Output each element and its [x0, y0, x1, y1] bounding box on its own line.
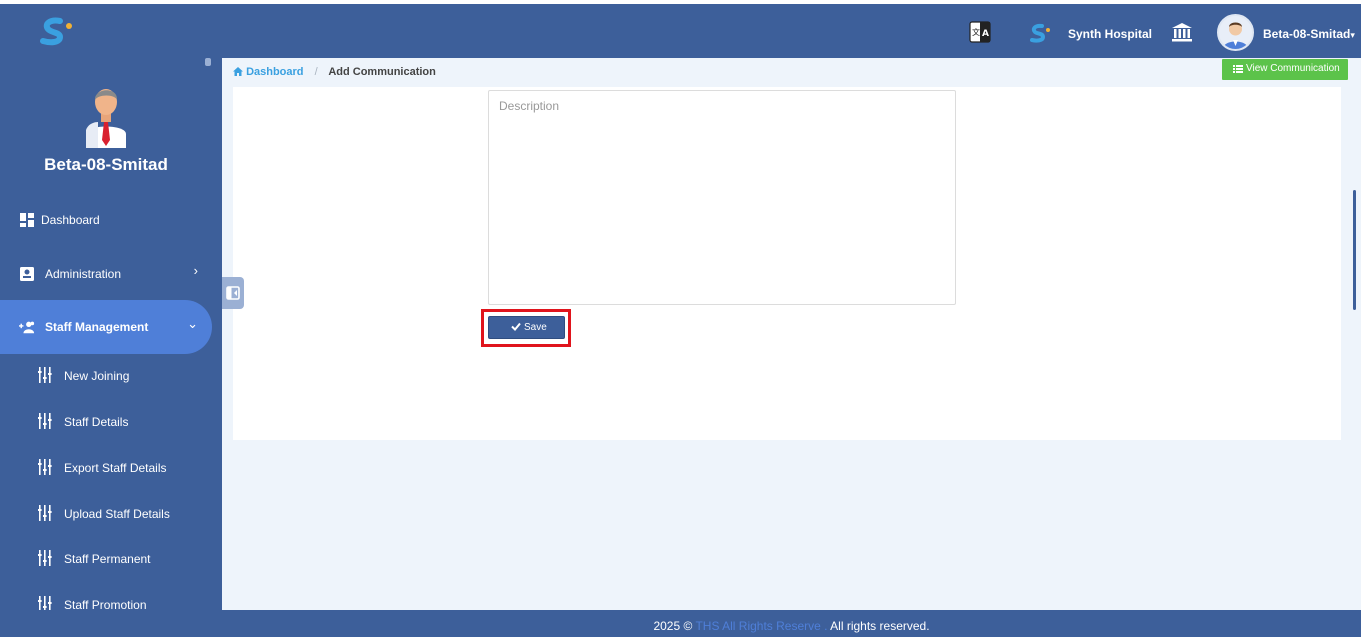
home-icon [233, 67, 243, 76]
sidebar: Beta-08-Smitad Dashboard Administration … [0, 58, 222, 610]
sidebar-item-label: Administration [45, 267, 122, 281]
profile-avatar [86, 89, 126, 148]
sidebar-item-label: Dashboard [41, 213, 100, 227]
sidebar-subitem-label: New Joining [64, 369, 130, 383]
hospital-logo-icon [1030, 23, 1050, 43]
hospital-name[interactable]: Synth Hospital [1068, 27, 1152, 41]
footer-left [0, 610, 222, 637]
sidebar-item-dashboard[interactable]: Dashboard [0, 198, 212, 242]
chevron-down-icon: ⌄ [187, 316, 198, 331]
breadcrumb-home[interactable]: Dashboard [233, 66, 307, 78]
page-scrollbar[interactable] [1353, 190, 1356, 310]
sidebar-toggle-button[interactable] [222, 277, 244, 309]
sliders-icon [38, 550, 52, 566]
check-icon [511, 322, 521, 331]
sliders-icon [38, 367, 52, 383]
sidebar-subitem-export-staff-details[interactable]: Export Staff Details [0, 447, 212, 487]
sidebar-subitem-upload-staff-details[interactable]: Upload Staff Details [0, 493, 212, 533]
sidebar-subitem-label: Staff Promotion [64, 598, 147, 610]
sidebar-subitem-staff-permanent[interactable]: Staff Permanent [0, 538, 212, 578]
user-menu[interactable]: Beta-08-Smitad▾ [1263, 27, 1355, 41]
sidebar-subitem-label: Upload Staff Details [64, 507, 170, 521]
top-navbar: 文 A Synth Hospital Beta-08-Smitad▾ [0, 4, 1361, 58]
breadcrumb-current: Add Communication [328, 66, 436, 78]
footer-brand[interactable]: THS All Rights Reserve . [695, 619, 827, 633]
description-textarea[interactable]: Description [488, 90, 956, 305]
profile-name: Beta-08-Smitad [44, 155, 168, 174]
sidebar-subitem-label: Staff Permanent [64, 552, 151, 566]
collapse-icon [226, 286, 240, 300]
footer: 2025 © THS All Rights Reserve . All righ… [222, 610, 1361, 637]
sidebar-subitem-new-joining[interactable]: New Joining [0, 355, 212, 395]
sliders-icon [38, 459, 52, 475]
breadcrumb-separator: / [314, 66, 318, 78]
sidebar-subitem-staff-details[interactable]: Staff Details [0, 401, 212, 441]
view-communication-button[interactable]: View Communication [1222, 59, 1348, 80]
sidebar-item-administration[interactable]: Administration › [0, 252, 212, 296]
sidebar-scrollbar[interactable] [205, 58, 211, 66]
svg-text:A: A [982, 29, 989, 39]
main-content: Dashboard / Add Communication View Commu… [222, 58, 1361, 610]
form-card: Description Save [233, 87, 1341, 440]
dashboard-icon [20, 213, 34, 227]
user-avatar[interactable] [1217, 14, 1254, 51]
language-icon[interactable]: 文 A [968, 18, 992, 44]
save-button[interactable]: Save [488, 316, 565, 339]
sidebar-item-label: Staff Management [45, 320, 149, 334]
description-placeholder: Description [499, 99, 560, 113]
institution-icon[interactable] [1171, 21, 1193, 43]
sliders-icon [38, 413, 52, 429]
chevron-right-icon: › [193, 263, 198, 278]
admin-icon [20, 267, 34, 281]
sidebar-subitem-label: Staff Details [64, 415, 129, 429]
svg-text:文: 文 [972, 27, 980, 37]
sidebar-subitem-label: Export Staff Details [64, 461, 167, 475]
list-icon [1233, 65, 1243, 73]
footer-text: 2025 © THS All Rights Reserve . All righ… [653, 619, 930, 633]
app-logo[interactable] [38, 16, 78, 48]
sidebar-subitem-staff-promotion[interactable]: Staff Promotion [0, 584, 212, 610]
staff-icon [19, 321, 35, 334]
sliders-icon [38, 505, 52, 521]
sliders-icon [38, 596, 52, 610]
breadcrumb: Dashboard / Add Communication [233, 66, 436, 78]
sidebar-item-staff-management[interactable]: Staff Management ⌄ [0, 300, 212, 354]
